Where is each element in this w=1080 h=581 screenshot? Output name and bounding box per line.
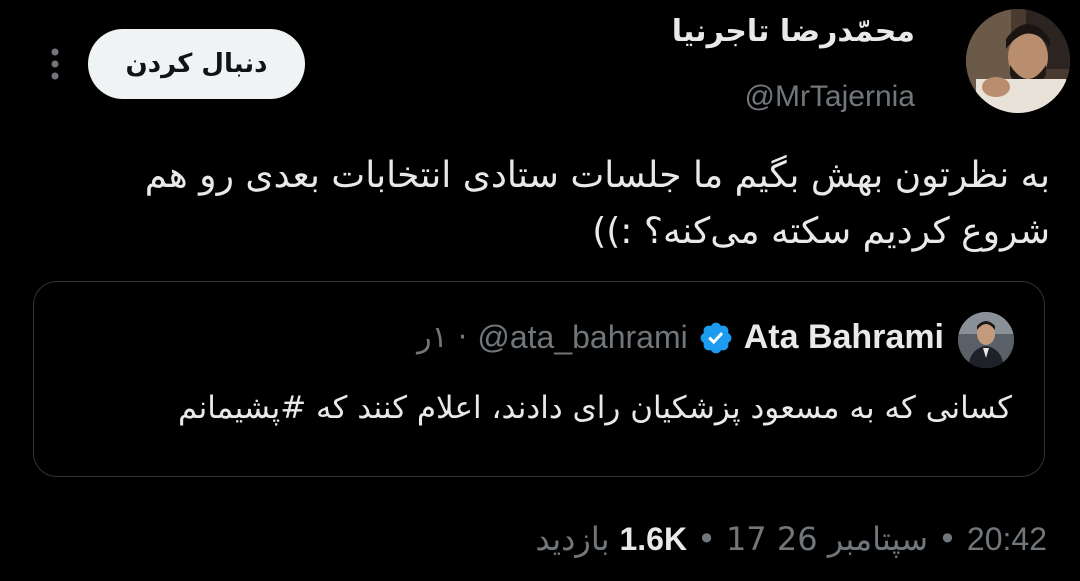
author-display-name[interactable]: محمّدرضا تاجرنیا	[672, 14, 915, 49]
author-handle[interactable]: @MrTajernia	[745, 80, 916, 114]
separator-dot: ·	[457, 320, 468, 355]
author-avatar[interactable]	[966, 9, 1070, 113]
quoted-tweet-card[interactable]: ۱ر · @ata_bahrami Ata Bahrami کسانی که ب…	[33, 281, 1045, 477]
tweet-time[interactable]: 20:42	[967, 521, 1047, 558]
separator-dot: •	[697, 520, 716, 558]
more-options-icon[interactable]	[45, 44, 65, 84]
follow-button[interactable]: دنبال کردن	[88, 29, 305, 99]
quoted-author-avatar[interactable]	[958, 312, 1014, 368]
quoted-header: ۱ر · @ata_bahrami Ata Bahrami	[417, 318, 944, 357]
quoted-author-name[interactable]: Ata Bahrami	[744, 318, 944, 357]
quoted-handle[interactable]: @ata_bahrami	[477, 319, 687, 356]
quoted-time[interactable]: ۱ر	[417, 320, 448, 355]
tweet-date[interactable]: 17 سپتامبر 26	[726, 520, 928, 558]
separator-dot: •	[938, 520, 957, 558]
views-label: بازدید	[535, 520, 610, 558]
views-count[interactable]: 1.6K	[619, 521, 687, 558]
quoted-tweet-text: کسانی که به مسعود پزشکیان رای دادند، اعل…	[177, 390, 1012, 426]
tweet-text: به نظرتون بهش بگیم ما جلسات ستادی انتخاب…	[144, 155, 1050, 252]
verified-badge-icon	[698, 320, 734, 356]
tweet-meta: بازدید 1.6K • 17 سپتامبر 26 • 20:42	[535, 520, 1047, 558]
